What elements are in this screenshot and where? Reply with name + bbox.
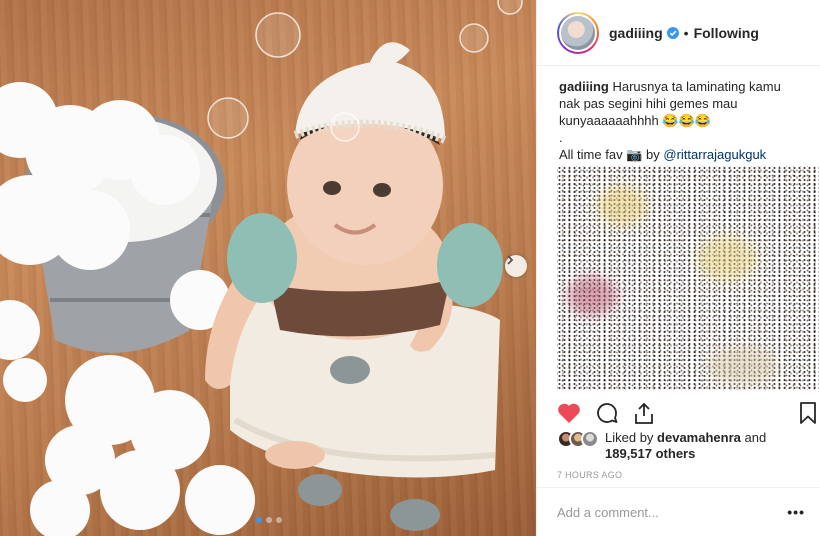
bookmark-icon: [800, 402, 816, 424]
profile-avatar[interactable]: [557, 11, 599, 54]
share-button[interactable]: [633, 401, 655, 425]
next-photo-button[interactable]: [505, 255, 527, 277]
carousel-dot: [276, 517, 282, 523]
camera-emoji: 📷: [626, 147, 643, 162]
caption-emojis: 😂😂😂: [662, 113, 711, 128]
caption-line-1: gadiiing Harusnya ta laminating kamu nak…: [559, 78, 798, 129]
save-button[interactable]: [799, 401, 817, 425]
comment-composer: •••: [537, 487, 820, 536]
liker-username[interactable]: devamahenra: [657, 430, 741, 445]
comment-button[interactable]: [595, 401, 619, 425]
blur-spot: [697, 236, 757, 281]
liker-avatars: [557, 430, 599, 448]
comment-input[interactable]: [557, 504, 788, 520]
caption-username[interactable]: gadiiing: [559, 79, 609, 94]
blur-spot: [597, 186, 647, 226]
likes-summary: Liked by devamahenra and 189,517 others: [557, 430, 817, 462]
post-timestamp[interactable]: 7 HOURS AGO: [557, 470, 622, 480]
carousel-dots: [256, 517, 282, 523]
carousel-dot: [256, 517, 262, 523]
blur-spot: [707, 346, 777, 386]
chevron-right-icon: [507, 255, 514, 265]
header-separator: •: [683, 24, 689, 41]
heart-icon: [558, 403, 580, 423]
likes-text: Liked by devamahenra and 189,517 others: [605, 430, 766, 462]
caption-line-2: All time fav 📷 by @rittarrajagukguk: [559, 146, 798, 163]
post-header: gadiiing • Following: [537, 0, 820, 66]
mention-link[interactable]: @rittarrajagukguk: [663, 147, 766, 162]
blur-spot: [567, 276, 617, 316]
caption-dot: .: [559, 130, 563, 145]
post-sidebar: gadiiing • Following gadiiing Harusnya t…: [536, 0, 820, 536]
verified-badge-icon: [666, 26, 679, 39]
avatar-image: [559, 13, 597, 52]
author-username[interactable]: gadiiing: [609, 25, 663, 41]
post-caption: gadiiing Harusnya ta laminating kamu nak…: [537, 66, 820, 163]
caption-by: by: [646, 147, 660, 162]
liked-by-label: Liked by: [605, 430, 654, 445]
liker-avatar: [581, 430, 599, 448]
likes-count[interactable]: 189,517 others: [605, 446, 695, 461]
post-photo[interactable]: [0, 0, 536, 536]
like-button[interactable]: [557, 402, 581, 424]
comment-icon: [597, 403, 618, 423]
photo-illustration: [0, 0, 523, 536]
action-bar: [557, 398, 817, 428]
more-options-button[interactable]: •••: [787, 504, 805, 520]
carousel-dot: [266, 517, 272, 523]
likes-conjunction: and: [744, 430, 767, 445]
share-icon: [635, 402, 653, 424]
caption-fav-text: All time fav: [559, 147, 623, 162]
following-button[interactable]: Following: [694, 25, 759, 41]
obscured-comments-area: [557, 166, 819, 390]
